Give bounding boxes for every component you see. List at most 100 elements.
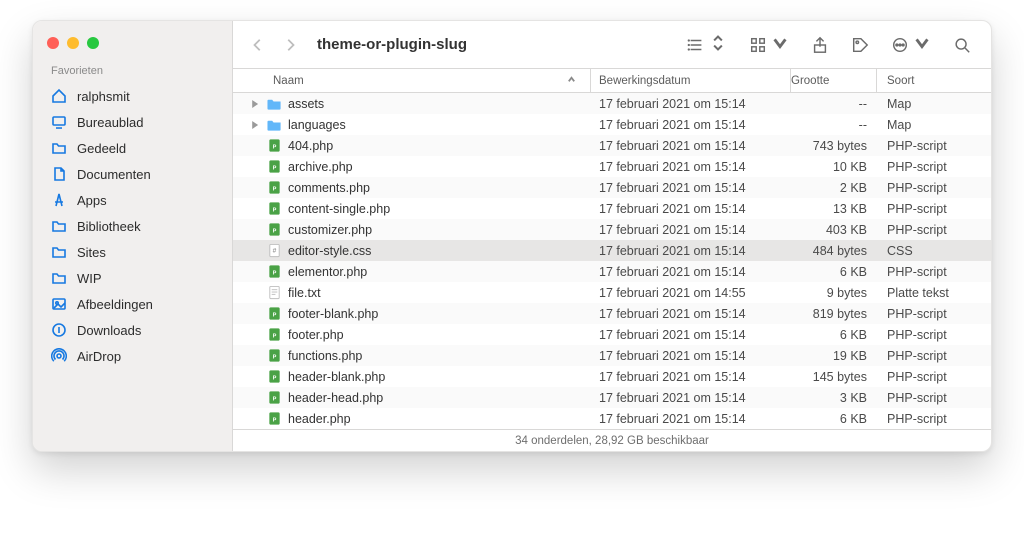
file-kind: PHP-script: [877, 391, 991, 405]
image-icon: [51, 296, 67, 312]
sidebar-item-label: Bibliotheek: [77, 219, 141, 234]
file-row[interactable]: Pheader-head.php17 februari 2021 om 15:1…: [233, 387, 991, 408]
main-panel: theme-or-plugin-slug: [233, 21, 991, 451]
sidebar-item[interactable]: Bibliotheek: [33, 213, 232, 239]
file-date: 17 februari 2021 om 15:14: [591, 160, 791, 174]
sidebar-item-label: AirDrop: [77, 349, 121, 364]
file-kind: PHP-script: [877, 307, 991, 321]
sidebar-item[interactable]: WIP: [33, 265, 232, 291]
file-date: 17 februari 2021 om 14:55: [591, 286, 791, 300]
file-date: 17 februari 2021 om 15:14: [591, 370, 791, 384]
file-size: --: [791, 118, 877, 132]
view-options-button[interactable]: [743, 34, 795, 55]
svg-text:P: P: [273, 333, 277, 339]
file-size: 484 bytes: [791, 244, 877, 258]
sidebar-item[interactable]: AirDrop: [33, 343, 232, 369]
file-date: 17 februari 2021 om 15:14: [591, 139, 791, 153]
file-size: 13 KB: [791, 202, 877, 216]
file-kind: PHP-script: [877, 349, 991, 363]
sidebar-item[interactable]: Gedeeld: [33, 135, 232, 161]
file-size: 3 KB: [791, 391, 877, 405]
folder-file-icon: [267, 117, 282, 132]
file-row[interactable]: file.txt17 februari 2021 om 14:559 bytes…: [233, 282, 991, 303]
file-name: 404.php: [288, 139, 333, 153]
sidebar-item-label: Downloads: [77, 323, 141, 338]
file-name: content-single.php: [288, 202, 390, 216]
file-row[interactable]: Pfooter.php17 februari 2021 om 15:146 KB…: [233, 324, 991, 345]
minimize-button[interactable]: [67, 37, 79, 49]
airdrop-icon: [51, 348, 67, 364]
sidebar-item-label: Apps: [77, 193, 107, 208]
apps-icon: [51, 192, 67, 208]
search-button[interactable]: [947, 36, 977, 54]
file-date: 17 februari 2021 om 15:14: [591, 223, 791, 237]
actions-button[interactable]: [885, 34, 937, 55]
file-row[interactable]: Pcustomizer.php17 februari 2021 om 15:14…: [233, 219, 991, 240]
download-icon: [51, 322, 67, 338]
file-date: 17 februari 2021 om 15:14: [591, 118, 791, 132]
file-kind: Platte tekst: [877, 286, 991, 300]
sidebar-item[interactable]: Afbeeldingen: [33, 291, 232, 317]
file-row[interactable]: editor-style.css 17 februari 2021 om 15:1…: [233, 240, 991, 261]
file-row[interactable]: Pcomments.php17 februari 2021 om 15:142 …: [233, 177, 991, 198]
file-row[interactable]: P404.php17 februari 2021 om 15:14743 byt…: [233, 135, 991, 156]
file-row[interactable]: Pcontent-single.php 17 februari 2021 om 1…: [233, 198, 991, 219]
column-header-kind[interactable]: Soort: [877, 69, 991, 92]
file-row[interactable]: Parchive.php17 februari 2021 om 15:1410 …: [233, 156, 991, 177]
sidebar-item-label: Documenten: [77, 167, 151, 182]
chevron-down-icon: [913, 34, 931, 55]
php-file-icon: P: [267, 264, 282, 279]
file-size: 403 KB: [791, 223, 877, 237]
sidebar-item[interactable]: Downloads: [33, 317, 232, 343]
sidebar-item[interactable]: Sites: [33, 239, 232, 265]
tags-button[interactable]: [845, 36, 875, 54]
column-header-name[interactable]: Naam: [263, 69, 591, 92]
svg-text:P: P: [273, 186, 277, 192]
sidebar-item-label: Gedeeld: [77, 141, 126, 156]
file-kind: PHP-script: [877, 223, 991, 237]
file-name: comments.php: [288, 181, 370, 195]
column-header-size[interactable]: Grootte: [791, 69, 877, 92]
file-row[interactable]: languages17 februari 2021 om 15:14--Map: [233, 114, 991, 135]
file-kind: PHP-script: [877, 412, 991, 426]
file-row[interactable]: Pfooter-blank.php17 februari 2021 om 15:…: [233, 303, 991, 324]
file-name: customizer.php: [288, 223, 372, 237]
file-row[interactable]: Pheader.php17 februari 2021 om 15:146 KB…: [233, 408, 991, 429]
sidebar-item[interactable]: Apps: [33, 187, 232, 213]
svg-text:P: P: [273, 165, 277, 171]
file-name: functions.php: [288, 349, 362, 363]
file-date: 17 februari 2021 om 15:14: [591, 202, 791, 216]
disclosure-arrow[interactable]: [233, 121, 263, 129]
nav-back-button[interactable]: [247, 34, 269, 56]
file-row[interactable]: Pheader-blank.php 17 februari 2021 om 15:…: [233, 366, 991, 387]
file-size: 2 KB: [791, 181, 877, 195]
php-file-icon: P: [267, 327, 282, 342]
sidebar-item[interactable]: Bureaublad: [33, 109, 232, 135]
chevron-up-down-icon: [709, 34, 727, 55]
php-file-icon: P: [267, 369, 282, 384]
php-file-icon: P: [267, 411, 282, 426]
php-file-icon: P: [267, 201, 282, 216]
file-size: 6 KB: [791, 412, 877, 426]
folder-icon: [51, 244, 67, 260]
status-bar: 34 onderdelen, 28,92 GB beschikbaar: [233, 429, 991, 451]
sidebar-item[interactable]: ralphsmit: [33, 83, 232, 109]
file-name: header-blank.php: [288, 370, 385, 384]
sidebar-item[interactable]: Documenten: [33, 161, 232, 187]
file-name: editor-style.css: [288, 244, 371, 258]
zoom-button[interactable]: [87, 37, 99, 49]
file-row[interactable]: Pelementor.php17 februari 2021 om 15:146…: [233, 261, 991, 282]
view-list-button[interactable]: [681, 34, 733, 55]
disclosure-arrow[interactable]: [233, 100, 263, 108]
column-header-date[interactable]: Bewerkingsdatum: [591, 69, 791, 92]
share-button[interactable]: [805, 36, 835, 54]
file-kind: PHP-script: [877, 265, 991, 279]
file-date: 17 februari 2021 om 15:14: [591, 244, 791, 258]
php-file-icon: P: [267, 180, 282, 195]
nav-forward-button[interactable]: [279, 34, 301, 56]
file-row[interactable]: assets17 februari 2021 om 15:14--Map: [233, 93, 991, 114]
sort-indicator-icon: [567, 75, 576, 87]
file-kind: CSS: [877, 244, 991, 258]
close-button[interactable]: [47, 37, 59, 49]
file-row[interactable]: Pfunctions.php17 februari 2021 om 15:141…: [233, 345, 991, 366]
